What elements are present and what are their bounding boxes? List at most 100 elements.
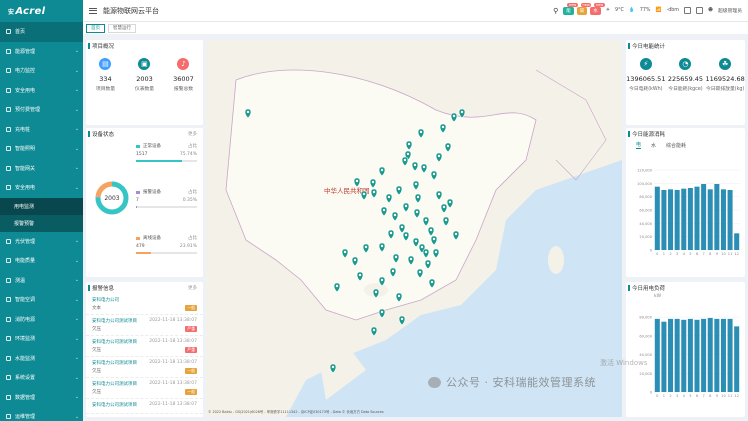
chevron-down-icon: ⌄ bbox=[74, 257, 79, 264]
bar[interactable] bbox=[687, 318, 693, 392]
kpi-2: ♪ 36007 报警总数 bbox=[173, 58, 194, 92]
alarm-icon: ♪ bbox=[177, 58, 190, 70]
header-badge-1[interactable]: 碳 new bbox=[576, 2, 592, 15]
bar[interactable] bbox=[720, 318, 726, 392]
fullscreen-icon[interactable] bbox=[683, 7, 691, 14]
x-tick-label: 12 bbox=[734, 394, 739, 398]
status-progress-bar bbox=[136, 160, 197, 162]
tab-1[interactable]: 智慧运行 bbox=[108, 23, 136, 33]
sidebar-item-16[interactable]: 环境监测 ⌄ bbox=[0, 329, 83, 349]
bar[interactable] bbox=[734, 326, 740, 392]
bar[interactable] bbox=[701, 184, 707, 250]
alarm-list-item[interactable]: 安科电力公司测试项目 2022-11-18 13:38:07 欠压 严重 bbox=[86, 315, 203, 336]
bar[interactable] bbox=[668, 189, 674, 250]
sidebar-item-0[interactable]: 首页 bbox=[0, 22, 83, 42]
tab-0[interactable]: 首页 bbox=[86, 23, 105, 33]
x-tick-label: 5 bbox=[689, 252, 691, 256]
meter-icon: ▣ bbox=[138, 58, 151, 70]
alarm-list-item[interactable]: 安科电力公司测试项目 2022-11-18 13:38:07 欠压 严重 bbox=[86, 336, 203, 357]
humidity-text: 77% bbox=[639, 8, 651, 13]
sidebar-item-19[interactable]: 数据管理 ⌄ bbox=[0, 388, 83, 408]
y-tick-label: 20,000 bbox=[639, 372, 652, 376]
bar[interactable] bbox=[734, 233, 740, 250]
more-link[interactable]: 更多 bbox=[188, 285, 197, 291]
menu-icon bbox=[6, 297, 11, 303]
severity-tag: 严重 bbox=[185, 347, 197, 353]
more-link[interactable]: 更多 bbox=[188, 131, 197, 137]
bar[interactable] bbox=[661, 321, 667, 392]
sidebar-item-20[interactable]: 运维管理 ⌄ bbox=[0, 407, 83, 421]
brand-logo[interactable]: 安 Acrel bbox=[0, 0, 83, 22]
china-map[interactable]: 中华人民共和国 © 2022 Baidu - GS(2021)6026号 - 甲… bbox=[206, 40, 622, 417]
bar[interactable] bbox=[707, 317, 713, 392]
sidebar-item-2[interactable]: 电力监控 ⌄ bbox=[0, 61, 83, 81]
y-tick-label: 40,000 bbox=[639, 222, 652, 226]
bar[interactable] bbox=[674, 190, 680, 250]
sidebar-item-1[interactable]: 能源管理 ⌄ bbox=[0, 42, 83, 62]
bar[interactable] bbox=[687, 188, 693, 250]
chevron-down-icon: ⌄ bbox=[74, 394, 79, 401]
header-badge-2[interactable]: 水 new bbox=[590, 2, 605, 15]
panel-title: 项目概况 bbox=[86, 40, 203, 52]
map-panel[interactable]: 中华人民共和国 © 2022 Baidu - GS(2021)6026号 - 甲… bbox=[206, 40, 622, 417]
sidebar-item-7[interactable]: 智能网关 ⌄ bbox=[0, 159, 83, 179]
sidebar-item-13[interactable]: 测温 ⌄ bbox=[0, 271, 83, 291]
alarm-list-item[interactable]: 安科电力公司测试项目 2022-11-18 13:38:07 欠压 一般 bbox=[86, 357, 203, 378]
sidebar-item-10[interactable]: 报警预警 bbox=[0, 214, 83, 232]
bar[interactable] bbox=[714, 318, 720, 392]
sidebar-item-15[interactable]: 消防电源 ⌄ bbox=[0, 310, 83, 330]
message-icon[interactable] bbox=[695, 7, 703, 14]
header-badge-0[interactable]: 能 new bbox=[563, 2, 578, 15]
sidebar-item-9[interactable]: 用电监测 bbox=[0, 197, 83, 215]
sidebar-item-4[interactable]: 预付费管理 ⌄ bbox=[0, 100, 83, 120]
search-icon[interactable]: ⚲ bbox=[553, 7, 558, 15]
alarm-list-item[interactable]: 安科电力公司测试项目 2022-11-18 13:38:07 bbox=[86, 399, 203, 414]
alarm-list-item[interactable]: 安科电力公司测试项目 2022-11-18 13:38:07 欠压 一般 bbox=[86, 378, 203, 399]
user-avatar-icon[interactable]: ☻ bbox=[708, 8, 713, 13]
humidity-icon: 💧 bbox=[628, 8, 635, 13]
sidebar-item-11[interactable]: 光伏管理 ⌄ bbox=[0, 232, 83, 252]
alarm-list-item[interactable]: 安科电力公司 文本 一般 bbox=[86, 294, 203, 315]
bar[interactable] bbox=[654, 186, 660, 250]
menu-toggle-icon[interactable] bbox=[89, 7, 97, 15]
energy-tab-0[interactable]: 电 bbox=[636, 141, 642, 149]
sidebar-item-8[interactable]: 安全用电 ⌄ bbox=[0, 178, 83, 198]
bar[interactable] bbox=[694, 186, 700, 250]
bar[interactable] bbox=[681, 188, 687, 250]
menu-icon bbox=[6, 68, 11, 74]
menu-icon bbox=[6, 48, 11, 54]
project-overview-panel: 项目概况 ▤ 334 项目数量 ▣ 2003 仪表数量 ♪ 36007 报警总数 bbox=[86, 40, 203, 125]
chevron-down-icon: ⌄ bbox=[74, 184, 79, 191]
bar[interactable] bbox=[661, 190, 667, 250]
bar[interactable] bbox=[714, 184, 720, 250]
sidebar-item-6[interactable]: 智能照明 ⌄ bbox=[0, 139, 83, 159]
bar[interactable] bbox=[674, 318, 680, 392]
sidebar-item-12[interactable]: 电能质量 ⌄ bbox=[0, 251, 83, 271]
menu-icon bbox=[6, 394, 11, 400]
energy-tab-2[interactable]: 综合能耗 bbox=[666, 142, 686, 149]
map-attribution: © 2022 Baidu - GS(2021)6026号 - 甲测资字11111… bbox=[208, 409, 384, 414]
bar[interactable] bbox=[668, 318, 674, 392]
lightning-icon: ⚡ bbox=[639, 58, 652, 70]
bar[interactable] bbox=[707, 189, 713, 250]
sidebar-item-14[interactable]: 智能空调 ⌄ bbox=[0, 290, 83, 310]
chevron-down-icon: ⌄ bbox=[74, 296, 79, 303]
device-status-list: 正常设备 占比 1517 75.74% 报警设备 占比 7 0.35% 离线设备 占比 479 23.… bbox=[136, 142, 203, 280]
energy-tab-1[interactable]: 水 bbox=[651, 142, 656, 149]
bar[interactable] bbox=[727, 190, 733, 250]
bar[interactable] bbox=[727, 318, 733, 392]
kpi-0: ⚡ 1396065.51 今日电耗(kWh) bbox=[626, 58, 666, 92]
bar[interactable] bbox=[681, 319, 687, 392]
alarm-list: 安科电力公司 文本 一般 安科电力公司测试项目 2022-11-18 13:38:07 欠… bbox=[86, 294, 203, 414]
bar[interactable] bbox=[694, 319, 700, 392]
sidebar-item-5[interactable]: 充电桩 ⌄ bbox=[0, 120, 83, 140]
bar[interactable] bbox=[654, 318, 660, 392]
donut-total: 2003 bbox=[104, 195, 119, 202]
sidebar-item-3[interactable]: 安全用电 ⌄ bbox=[0, 81, 83, 101]
bar[interactable] bbox=[720, 189, 726, 250]
user-name[interactable]: 超级管理员 bbox=[718, 7, 742, 14]
sidebar-item-17[interactable]: 水能监测 ⌄ bbox=[0, 349, 83, 369]
weather-icon: ☀ bbox=[605, 8, 611, 13]
bar[interactable] bbox=[701, 318, 707, 392]
sidebar-item-18[interactable]: 系统设置 ⌄ bbox=[0, 368, 83, 388]
